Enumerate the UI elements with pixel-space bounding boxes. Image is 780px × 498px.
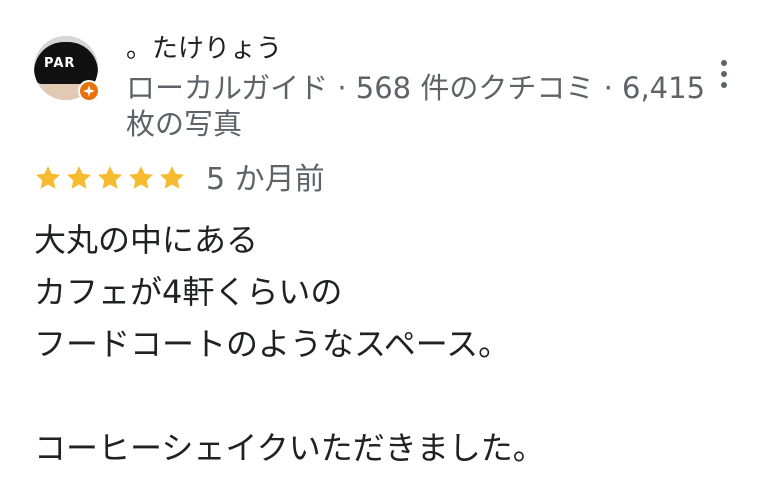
star-icon — [97, 166, 123, 189]
avatar[interactable]: PAR — [34, 36, 100, 102]
star-icon — [128, 166, 154, 189]
review-line: カフェが4軒くらいの — [34, 273, 343, 311]
review-line: 大丸の中にある — [34, 221, 259, 259]
star-icon — [66, 166, 92, 189]
avatar-cap: PAR — [34, 42, 98, 84]
reviewer-meta: ローカルガイド · 568 件のクチコミ · 6,415 枚の写真 — [126, 71, 706, 141]
review-line-blank — [34, 370, 754, 422]
star-icon — [159, 166, 185, 189]
more-vert-icon[interactable] — [712, 58, 736, 90]
review-line: フードコートのようなスペース。 — [34, 325, 511, 363]
review-time: 5 か月前 — [206, 162, 325, 197]
review-text: 大丸の中にある カフェが4軒くらいの フードコートのようなスペース。 コーヒーシ… — [34, 214, 754, 474]
star-icon — [35, 166, 61, 189]
local-guide-badge-icon — [78, 80, 100, 102]
star-rating — [34, 164, 186, 196]
avatar-cap-text: PAR — [44, 56, 76, 71]
reviewer-name[interactable]: 。たけりょう — [126, 32, 282, 66]
review-line: コーヒーシェイクいただきました。 — [34, 429, 545, 467]
